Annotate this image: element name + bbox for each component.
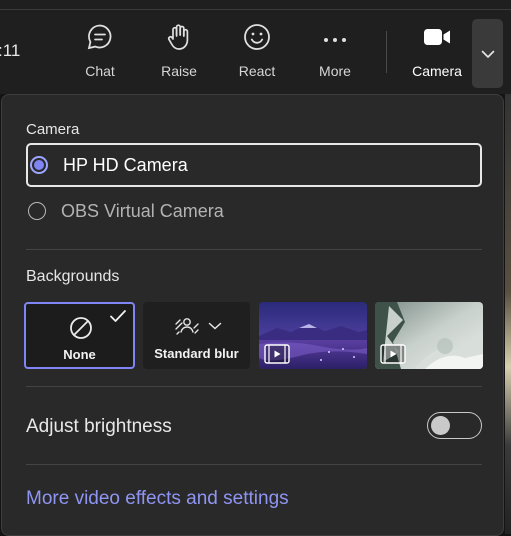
react-button[interactable]: React: [237, 22, 277, 84]
raise-hand-button[interactable]: Raise: [160, 22, 198, 84]
video-play-icon: [264, 344, 290, 364]
adjust-brightness-label: Adjust brightness: [26, 416, 172, 437]
more-label: More: [319, 63, 351, 79]
camera-options-panel: Camera HP HD Camera OBS Virtual Camera B…: [1, 94, 504, 536]
meeting-timer: :11: [0, 41, 21, 60]
checkmark-icon: [110, 310, 126, 322]
toggle-knob: [431, 416, 450, 435]
video-camera-icon: [422, 22, 452, 52]
blur-icon: [175, 318, 199, 335]
backgrounds-section-label: Backgrounds: [26, 268, 120, 285]
adjust-brightness-toggle[interactable]: [427, 412, 482, 439]
radio-unselected-icon: [28, 202, 46, 220]
background-standard-blur-tile[interactable]: Standard blur: [143, 302, 250, 369]
meeting-toolbar: :11 Chat Raise React More Camera: [0, 0, 511, 94]
background-standard-blur-label: Standard blur: [154, 346, 239, 361]
camera-section-label: Camera: [26, 121, 80, 138]
video-play-icon: [380, 344, 406, 364]
camera-option-obs-virtual[interactable]: OBS Virtual Camera: [28, 201, 224, 221]
toolbar-separator: [386, 31, 387, 73]
background-none-label: None: [63, 347, 96, 362]
camera-option-hp-hd[interactable]: HP HD Camera: [26, 143, 482, 187]
radio-selected-icon: [30, 156, 48, 174]
more-button[interactable]: More: [316, 22, 354, 84]
background-snowy-trees-tile[interactable]: [375, 302, 483, 369]
meeting-background-strip: [505, 94, 511, 534]
chat-button[interactable]: Chat: [82, 22, 118, 84]
chevron-down-icon: [208, 322, 222, 330]
camera-options-dropdown-button[interactable]: [472, 19, 503, 88]
divider: [26, 386, 482, 387]
more-dots-icon: [320, 22, 350, 52]
toolbar-top-border: [0, 9, 511, 10]
raise-label: Raise: [161, 63, 197, 79]
camera-button[interactable]: Camera: [410, 22, 464, 84]
none-icon: [70, 317, 92, 339]
camera-option-label: HP HD Camera: [63, 154, 188, 175]
divider: [26, 249, 482, 250]
more-video-effects-link[interactable]: More video effects and settings: [26, 488, 289, 510]
camera-option-label: OBS Virtual Camera: [61, 200, 224, 221]
hand-icon: [164, 22, 194, 52]
background-purple-lake-tile[interactable]: [259, 302, 367, 369]
chat-icon: [85, 22, 115, 52]
camera-label: Camera: [412, 63, 462, 79]
smiley-icon: [242, 22, 272, 52]
background-none-tile[interactable]: None: [24, 302, 135, 369]
react-label: React: [238, 63, 276, 79]
chat-label: Chat: [85, 63, 115, 79]
divider: [26, 464, 482, 465]
chevron-down-icon: [481, 50, 494, 58]
